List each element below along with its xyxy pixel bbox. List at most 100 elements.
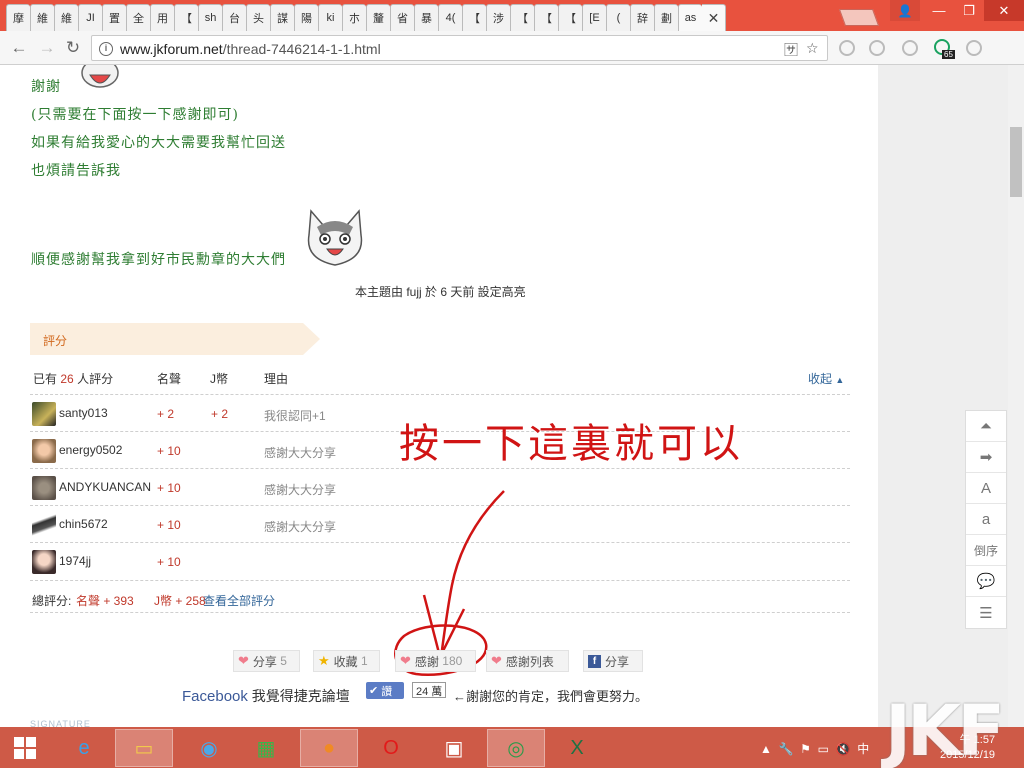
browser-tab[interactable]: 謀 (270, 4, 294, 31)
browser-tab[interactable]: 維 (54, 4, 78, 31)
share-label: 分享 (252, 654, 277, 669)
back-icon[interactable]: ← (8, 37, 30, 59)
forward-icon[interactable]: → (36, 37, 58, 59)
browser-tab[interactable]: 【 (558, 4, 582, 31)
rater-username[interactable]: energy0502 (59, 443, 122, 457)
restore-icon[interactable]: ❐ (954, 0, 984, 21)
avatar[interactable] (32, 402, 56, 426)
translate-icon[interactable]: 🈂 (784, 40, 798, 60)
extension-icon[interactable] (839, 40, 855, 56)
browser-tab[interactable]: 【 (510, 4, 534, 31)
chrome-icon[interactable]: ◎ (487, 729, 545, 767)
maxthon-icon[interactable]: ▣ (425, 729, 483, 767)
browser-tab[interactable]: 朩 (342, 4, 366, 31)
list-icon[interactable]: ☰ (966, 597, 1006, 628)
file-explorer-icon[interactable]: ▭ (115, 729, 173, 767)
facebook-share-button[interactable]: f 分享 (583, 650, 643, 672)
facebook-brand: Facebook (182, 688, 248, 705)
browser-tab[interactable]: 【 (462, 4, 486, 31)
opera-icon[interactable]: O (362, 729, 420, 767)
share-button[interactable]: ❤ 分享 5 (233, 650, 300, 672)
browser-tab[interactable]: 全 (126, 4, 150, 31)
browser-tab[interactable]: as (678, 4, 702, 31)
browser-tab[interactable]: JI (78, 4, 102, 31)
avatar[interactable] (32, 513, 56, 537)
thanks-count: 180 (442, 654, 463, 668)
browser-tab[interactable]: 【 (174, 4, 198, 31)
browser-tab[interactable]: 涉 (486, 4, 510, 31)
reply-icon[interactable]: 💬 (966, 566, 1006, 597)
url-text[interactable]: www.jkforum.net/thread-7446214-1-1.html (120, 41, 381, 57)
thanks-button[interactable]: ❤ 感謝 180 (395, 650, 476, 672)
address-bar[interactable]: i www.jkforum.net/thread-7446214-1-1.htm… (91, 35, 828, 61)
rater-username[interactable]: 1974jj (59, 554, 91, 568)
rater-reason: 感謝大大分享 (264, 520, 337, 534)
info-icon[interactable]: i (99, 42, 113, 56)
tab-strip: 摩維維 JI 置全用【sh 台头謀陽 ki 朩釐省暴 4(【涉【【【[E(辞劃 as ✕ 👤 —… (0, 0, 1024, 31)
extension-icon[interactable] (869, 40, 885, 56)
browser-tab[interactable]: 4( (438, 4, 462, 31)
taskbar: e ▭ ◉ ▦ ● O ▣ ◎ X (0, 727, 1024, 768)
avatar[interactable] (32, 476, 56, 500)
browser-tab[interactable]: 暴 (414, 4, 438, 31)
browser-tab[interactable]: 劃 (654, 4, 678, 31)
firefox-icon[interactable]: ● (300, 729, 358, 767)
facebook-like-line: Facebook 我覺得捷克論壇 (182, 686, 350, 706)
browser-tab[interactable]: ki (318, 4, 342, 31)
total-coin: J幣 + 258 (154, 594, 206, 608)
new-tab-button[interactable] (838, 9, 880, 26)
rater-username[interactable]: chin5672 (59, 517, 108, 531)
font-smaller-icon[interactable]: a (966, 504, 1006, 535)
browser-tab[interactable]: 省 (390, 4, 414, 31)
collect-button[interactable]: ★ 收藏 1 (313, 650, 380, 672)
store-icon[interactable]: ▦ (237, 729, 295, 767)
next-page-icon[interactable]: ➡ (966, 442, 1006, 473)
browser-tab[interactable]: [E (582, 4, 606, 31)
browser-tab[interactable]: 用 (150, 4, 174, 31)
extension-icon[interactable] (966, 40, 982, 56)
scrollbar-thumb[interactable] (1010, 127, 1022, 197)
collapse-link[interactable]: 收起 ▲ (808, 370, 844, 387)
extension-icon[interactable] (902, 40, 918, 56)
rating-section-tab (30, 323, 320, 355)
font-larger-icon[interactable]: A (966, 473, 1006, 504)
rater-fame: + 10 (157, 444, 181, 458)
start-button[interactable] (0, 729, 50, 767)
window-close-icon[interactable]: ✕ (984, 0, 1024, 21)
minimize-icon[interactable]: — (924, 0, 954, 21)
browser-tab[interactable]: sh (198, 4, 222, 31)
thanks-list-button[interactable]: ❤ 感謝列表 (486, 650, 569, 672)
back-to-top-icon[interactable]: ⏶ (966, 411, 1006, 442)
user-profile-icon[interactable]: 👤 (890, 0, 920, 21)
browser-tab[interactable]: ( (606, 4, 630, 31)
view-all-ratings-link[interactable]: 查看全部評分 (203, 592, 275, 609)
browser-tab[interactable]: 釐 (366, 4, 390, 31)
browser-tab[interactable]: 維 (30, 4, 54, 31)
bookmark-star-icon[interactable]: ☆ (806, 40, 819, 57)
rater-username[interactable]: ANDYKUANCAN (59, 480, 151, 494)
avatar[interactable] (32, 439, 56, 463)
app-icon[interactable]: ◉ (180, 729, 238, 767)
tab-close-icon[interactable]: ✕ (702, 4, 726, 31)
browser-tab[interactable]: 陽 (294, 4, 318, 31)
post-text-line: (只需要在下面按一下感謝即可) (31, 107, 239, 123)
browser-tab[interactable]: 台 (222, 4, 246, 31)
browser-tab[interactable]: 置 (102, 4, 126, 31)
side-toolbar: ⏶ ➡ A a 倒序 💬 ☰ (965, 410, 1007, 629)
avatar[interactable] (32, 550, 56, 574)
browser-tab[interactable]: 辞 (630, 4, 654, 31)
reverse-order-button[interactable]: 倒序 (966, 535, 1006, 566)
heart-icon: ❤ (491, 653, 502, 668)
internet-explorer-icon[interactable]: e (55, 729, 113, 767)
facebook-like-button[interactable]: ✔ 讚 (366, 682, 404, 699)
rater-username[interactable]: santy013 (59, 406, 108, 420)
post-text-line: 如果有給我愛心的大大需要我幫忙回送 (31, 135, 286, 151)
reload-icon[interactable]: ↻ (62, 37, 84, 59)
post-text-line: 也煩請告訴我 (31, 163, 121, 179)
excel-icon[interactable]: X (548, 729, 606, 767)
browser-tab[interactable]: 摩 (6, 4, 30, 31)
rating-tab-label: 評分 (43, 334, 68, 348)
browser-tab[interactable]: 【 (534, 4, 558, 31)
browser-tab[interactable]: 头 (246, 4, 270, 31)
collect-count: 1 (361, 654, 368, 668)
